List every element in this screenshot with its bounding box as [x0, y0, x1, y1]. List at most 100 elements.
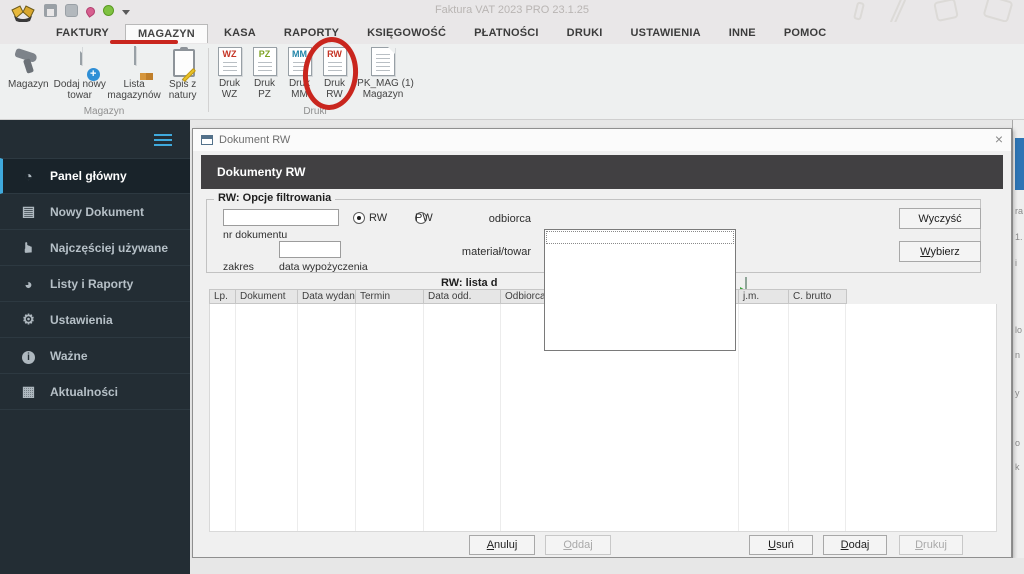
tab-ksiegowosc[interactable]: KSIĘGOWOŚĆ — [355, 24, 458, 42]
filter-group-label: RW: Opcje filtrowania — [214, 192, 335, 204]
table-title: RW: lista d — [441, 277, 497, 289]
wybierz-button[interactable]: Wybierz — [899, 241, 981, 262]
window-icon — [201, 135, 213, 145]
column-header-termin[interactable]: Termin — [356, 290, 424, 303]
tab-pomoc[interactable]: POMOC — [772, 24, 839, 42]
ribbon-toolbar: Magazyn + Dodaj nowy towar Lista magazyn… — [0, 44, 1024, 120]
app-background — [190, 558, 1024, 574]
nr-dokumentu-label: nr dokumentu — [223, 229, 287, 241]
ribbon-button-magazyn[interactable]: Magazyn — [4, 44, 53, 90]
material-towar-label: materiał/towar — [433, 246, 531, 258]
tab-druki[interactable]: DRUKI — [555, 24, 615, 42]
oddaj-button[interactable]: Oddaj — [545, 535, 611, 555]
ribbon-group-label: Magazyn — [4, 106, 204, 117]
ribbon-button-druk-wz[interactable]: WZ Druk WZ — [212, 44, 247, 100]
column-header-jm[interactable]: j.m. — [739, 290, 789, 303]
dashboard-icon: ◔ — [20, 168, 37, 184]
inventory-clipboard-icon — [168, 47, 198, 77]
ribbon-button-lista-magazynow[interactable]: Lista magazynów — [107, 44, 161, 101]
pie-chart-icon: ◕ — [20, 276, 37, 292]
ribbon-button-druk-pz[interactable]: PZ Druk PZ — [247, 44, 282, 100]
ribbon-button-jpk-mag[interactable]: JPK_MAG (1) Magazyn — [352, 44, 414, 100]
news-icon: ▦ — [20, 383, 37, 400]
clipped-text: ra — [1015, 206, 1023, 216]
radio-rw[interactable] — [353, 212, 365, 224]
sidebar-item-aktualnosci[interactable]: ▦ Aktualności — [0, 374, 190, 410]
hamburger-menu-icon[interactable] — [154, 134, 172, 146]
anuluj-button[interactable]: Anuluj — [469, 535, 535, 555]
tab-platnosci[interactable]: PŁATNOŚCI — [462, 24, 551, 42]
column-header-lp[interactable]: Lp. — [210, 290, 236, 303]
clipped-text: i — [1015, 258, 1017, 268]
sidebar-item-label: Panel główny — [50, 169, 127, 183]
table-header-row[interactable]: Lp. Dokument Data wydania Termin Data od… — [209, 289, 847, 304]
clipped-text: k — [1015, 462, 1020, 472]
sidebar-item-listy-i-raporty[interactable]: ◕ Listy i Raporty — [0, 266, 190, 302]
sidebar-menu: ◔ Panel główny ▤ Nowy Dokument ☛ Najczęś… — [0, 158, 190, 410]
info-icon: i — [22, 351, 35, 364]
zakres-label: zakres — [223, 261, 254, 273]
column-header-data-wydania[interactable]: Data wydania — [298, 290, 356, 303]
dialog-dokument-rw: Dokument RW × Dokumenty RW RW: Opcje fil… — [192, 128, 1012, 558]
sidebar: ◔ Panel główny ▤ Nowy Dokument ☛ Najczęś… — [0, 120, 190, 574]
ribbon-group-magazyn: Magazyn + Dodaj nowy towar Lista magazyn… — [4, 44, 204, 118]
thumbs-up-icon: ☛ — [20, 239, 37, 256]
annotation-red-underline — [110, 40, 178, 44]
ribbon-group-label: Druki — [212, 106, 418, 117]
drukuj-button[interactable]: Drukuj — [899, 535, 963, 555]
nr-dokumentu-input[interactable] — [223, 209, 339, 226]
radio-pw-label: PW — [415, 212, 433, 224]
sidebar-item-label: Najczęściej używane — [50, 241, 168, 255]
tab-kasa[interactable]: KASA — [212, 24, 268, 42]
ribbon-button-spis-z-natury[interactable]: Spis z natury — [161, 44, 204, 101]
dialog-titlebar[interactable]: Dokument RW — [193, 129, 1011, 151]
radio-rw-label: RW — [369, 212, 387, 224]
main-area: ◔ Panel główny ▤ Nowy Dokument ☛ Najczęś… — [0, 120, 1024, 574]
column-header-dokument[interactable]: Dokument — [236, 290, 298, 303]
warehouse-list-icon — [119, 47, 149, 77]
background-selected-row — [1015, 138, 1024, 190]
data-wypozyczenia-label: data wypożyczenia — [279, 261, 368, 273]
sidebar-item-ustawienia[interactable]: ⚙ Ustawienia — [0, 302, 190, 338]
sidebar-item-najczesciej-uzywane[interactable]: ☛ Najczęściej używane — [0, 230, 190, 266]
dialog-title: Dokument RW — [219, 134, 290, 146]
sidebar-item-label: Ustawienia — [50, 313, 113, 327]
decorative-sketch — [933, 0, 959, 22]
sidebar-item-label: Aktualności — [50, 385, 118, 399]
sidebar-item-nowy-dokument[interactable]: ▤ Nowy Dokument — [0, 194, 190, 230]
sidebar-item-wazne[interactable]: i Ważne — [0, 338, 190, 374]
close-icon[interactable]: × — [995, 131, 1003, 147]
sidebar-item-label: Ważne — [50, 349, 88, 363]
odbiorca-label: odbiorca — [463, 213, 531, 225]
ribbon-separator — [208, 48, 209, 112]
column-header-data-odd[interactable]: Data odd. — [424, 290, 501, 303]
sidebar-item-label: Listy i Raporty — [50, 277, 133, 291]
tab-ustawienia[interactable]: USTAWIENIA — [619, 24, 713, 42]
clipped-text: 1. — [1015, 232, 1023, 242]
column-header-c-brutto[interactable]: C. brutto — [789, 290, 846, 303]
druk-wz-icon: WZ — [218, 47, 242, 76]
window-title: Faktura VAT 2023 PRO 23.1.25 — [0, 4, 1024, 16]
gears-icon: ⚙ — [20, 311, 37, 328]
background-window-sliver: ra 1. i lo n y o k — [1012, 120, 1024, 574]
tab-inne[interactable]: INNE — [717, 24, 768, 42]
dodaj-button[interactable]: Dodaj — [823, 535, 887, 555]
clipped-text: o — [1015, 438, 1020, 448]
odbiorca-dropdown-list[interactable] — [544, 229, 736, 351]
add-item-icon: + — [65, 47, 95, 77]
sidebar-item-panel-glowny[interactable]: ◔ Panel główny — [0, 158, 190, 194]
data-wypozyczenia-input[interactable] — [279, 241, 341, 258]
clipped-text: lo — [1015, 325, 1022, 335]
jpk-mag-document-icon — [371, 47, 395, 76]
sidebar-item-label: Nowy Dokument — [50, 205, 144, 219]
document-icon: ▤ — [20, 203, 37, 220]
wyczysc-button[interactable]: Wyczyść — [899, 208, 981, 229]
dropdown-empty-item[interactable] — [546, 231, 734, 244]
ribbon-button-dodaj-nowy-towar[interactable]: + Dodaj nowy towar — [53, 44, 107, 101]
usun-button[interactable]: Usuń — [749, 535, 813, 555]
clipped-text: n — [1015, 350, 1020, 360]
dialog-header: Dokumenty RW — [201, 155, 1003, 189]
barcode-scanner-icon — [13, 47, 43, 77]
tab-faktury[interactable]: FAKTURY — [44, 24, 121, 42]
druk-pz-icon: PZ — [253, 47, 277, 76]
